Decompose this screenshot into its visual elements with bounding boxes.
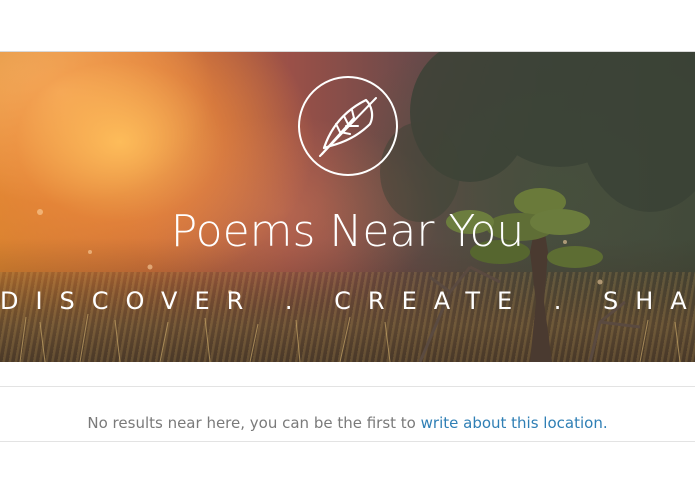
no-results-text: No results near here, you can be the fir… bbox=[87, 414, 421, 432]
tagline: DISCOVER . CREATE . SHARE bbox=[0, 287, 695, 315]
page: Poems Near You DISCOVER . CREATE . SHARE… bbox=[0, 0, 695, 494]
hero-banner: Poems Near You DISCOVER . CREATE . SHARE bbox=[0, 52, 695, 362]
feather-quill-icon bbox=[298, 76, 398, 176]
content-bottom-divider bbox=[0, 441, 695, 442]
content-top-divider bbox=[0, 386, 695, 387]
message-period: . bbox=[602, 414, 608, 432]
no-results-message: No results near here, you can be the fir… bbox=[0, 412, 695, 434]
write-about-location-link[interactable]: write about this location bbox=[421, 414, 603, 432]
page-title: Poems Near You bbox=[170, 206, 525, 257]
grass bbox=[19, 313, 681, 362]
